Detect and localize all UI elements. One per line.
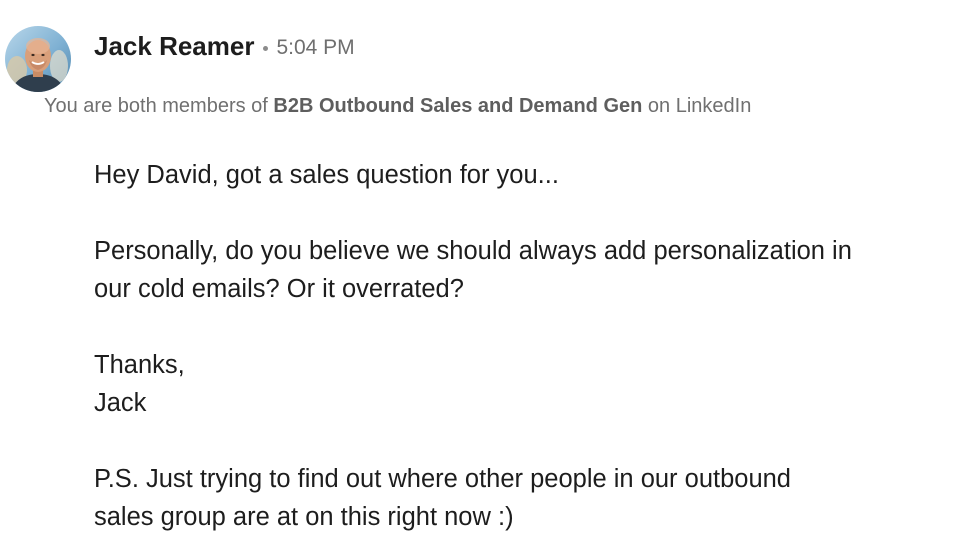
message-question-line: our cold emails? Or it overrated? xyxy=(94,275,464,303)
message-question-line: Personally, do you believe we should alw… xyxy=(94,237,852,265)
separator-dot xyxy=(263,45,269,51)
context-prefix: You are both members of xyxy=(44,95,268,117)
context-suffix: on LinkedIn xyxy=(647,95,752,117)
avatar-icon xyxy=(5,26,71,92)
sender-name[interactable]: Jack Reamer xyxy=(94,31,254,62)
sender-avatar[interactable] xyxy=(5,26,71,92)
message-timestamp: 5:04 PM xyxy=(276,35,355,59)
shared-group-notice: You are both members of B2B Outbound Sal… xyxy=(44,95,751,118)
message-greeting: Hey David, got a sales question for you.… xyxy=(94,161,559,189)
message-body: Hey David, got a sales question for you.… xyxy=(94,156,954,536)
message-ps-line: P.S. Just trying to find out where other… xyxy=(94,465,791,493)
message-ps-line: sales group are at on this right now :) xyxy=(94,503,514,531)
sender-header: Jack Reamer 5:04 PM xyxy=(94,28,355,64)
message-item: Jack Reamer 5:04 PM You are both members… xyxy=(0,0,955,549)
message-signoff: Thanks, xyxy=(94,351,185,379)
message-signature: Jack xyxy=(94,389,147,417)
group-name-link[interactable]: B2B Outbound Sales and Demand Gen xyxy=(273,95,642,117)
